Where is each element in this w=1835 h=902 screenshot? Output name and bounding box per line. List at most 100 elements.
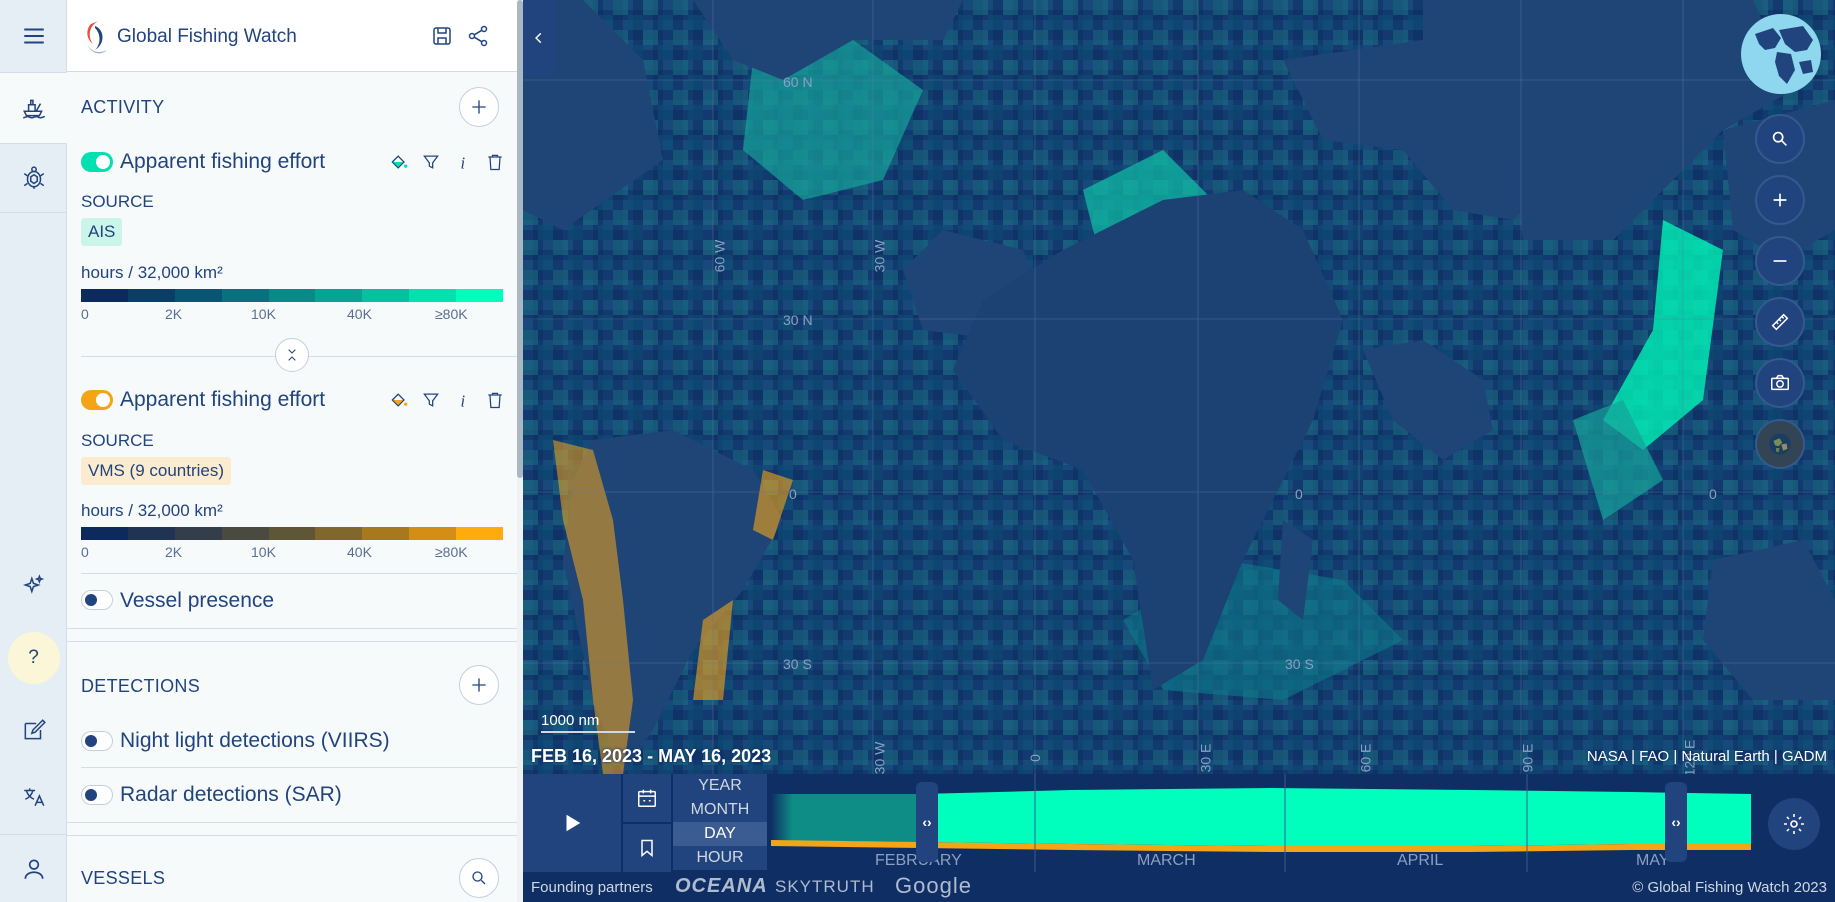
delete-icon[interactable] bbox=[485, 390, 505, 410]
layer-name-sar: Radar detections (SAR) bbox=[120, 783, 342, 806]
layer-toggle-viirs[interactable] bbox=[81, 731, 113, 751]
paint-bucket-icon[interactable] bbox=[389, 390, 409, 410]
svg-text:i: i bbox=[461, 154, 466, 172]
interval-year[interactable]: YEAR bbox=[673, 774, 767, 798]
lat-label: 60 N bbox=[783, 74, 813, 90]
menu-icon bbox=[23, 28, 44, 44]
source-tag-vms: VMS (9 countries) bbox=[81, 457, 232, 485]
turtle-icon bbox=[23, 166, 44, 189]
collapse-sidebar-button[interactable] bbox=[523, 0, 555, 76]
detections-section-title: DETECTIONS bbox=[81, 676, 201, 696]
globe-icon bbox=[1755, 26, 1813, 84]
sidebar-header: Global Fishing Watch bbox=[67, 0, 517, 72]
minus-icon bbox=[1773, 260, 1787, 262]
lat-label: 30 N bbox=[783, 312, 813, 328]
interval-month[interactable]: MONTH bbox=[673, 798, 767, 822]
partners-label: Founding partners bbox=[531, 879, 653, 896]
source-tag-ais: AIS bbox=[81, 218, 123, 246]
rail-item-environment[interactable] bbox=[0, 144, 67, 212]
basemap-switch-button[interactable] bbox=[1755, 419, 1805, 469]
layer-actions-vms: i bbox=[389, 390, 505, 410]
map-search-button[interactable] bbox=[1755, 114, 1805, 164]
lat-label: 0 bbox=[789, 486, 797, 502]
month-label: MARCH bbox=[1137, 852, 1196, 869]
lat-label: 0 bbox=[1295, 486, 1303, 502]
info-icon[interactable]: i bbox=[453, 152, 473, 172]
minimap-globe[interactable] bbox=[1741, 14, 1821, 94]
menu-button[interactable] bbox=[0, 0, 67, 72]
play-button[interactable] bbox=[523, 774, 621, 872]
calendar-icon bbox=[638, 789, 656, 807]
svg-text:i: i bbox=[461, 392, 466, 410]
google-logo: Google bbox=[895, 873, 972, 898]
translate-icon bbox=[23, 788, 44, 806]
delete-icon[interactable] bbox=[485, 152, 505, 172]
feedback-button[interactable] bbox=[0, 705, 67, 755]
calendar-button[interactable] bbox=[623, 774, 671, 822]
map[interactable]: 60 N 30 N 0 30 S 0 30 S 0 60 W 30 W 30 W… bbox=[523, 0, 1835, 774]
plus-icon bbox=[472, 100, 486, 114]
layer-name-vms: Apparent fishing effort bbox=[120, 388, 326, 411]
info-icon[interactable]: i bbox=[453, 390, 473, 410]
gear-icon bbox=[1784, 814, 1804, 834]
left-rail: ? bbox=[0, 0, 67, 902]
user-icon bbox=[23, 859, 44, 879]
timerange-end-handle[interactable]: ‹› bbox=[1665, 782, 1687, 862]
filter-icon[interactable] bbox=[421, 390, 441, 410]
feedback-icon bbox=[24, 719, 46, 740]
ruler-button[interactable] bbox=[1755, 297, 1805, 347]
timebar-settings-button[interactable] bbox=[1768, 798, 1820, 850]
timerange-start-handle[interactable]: ‹› bbox=[916, 782, 938, 862]
footer: Founding partners OCEANA SKYTRUTH Google… bbox=[523, 872, 1835, 902]
collapse-layers-button[interactable] bbox=[275, 338, 309, 372]
app-title: Global Fishing Watch bbox=[117, 26, 297, 47]
share-icon[interactable] bbox=[466, 24, 490, 48]
layer-source-label: SOURCE bbox=[81, 192, 154, 211]
interval-hour[interactable]: HOUR bbox=[673, 846, 767, 870]
vessels-section-title: VESSELS bbox=[81, 868, 166, 888]
legend-unit-label: hours / 32,000 km² bbox=[81, 501, 223, 520]
layer-toggle-ais[interactable] bbox=[81, 152, 113, 172]
bookmark-button[interactable] bbox=[623, 824, 671, 872]
copyright: © Global Fishing Watch 2023 bbox=[1632, 879, 1827, 896]
add-activity-button[interactable] bbox=[459, 87, 499, 127]
help-button[interactable]: ? bbox=[0, 630, 67, 686]
filter-icon[interactable] bbox=[421, 152, 441, 172]
interval-day[interactable]: DAY bbox=[673, 822, 767, 846]
activity-section-title: ACTIVITY bbox=[81, 97, 165, 117]
date-range-label: FEB 16, 2023 - MAY 16, 2023 bbox=[531, 746, 772, 766]
legend-bar-vms bbox=[81, 527, 504, 540]
layer-toggle-vms[interactable] bbox=[81, 390, 113, 410]
lon-label: 30 W bbox=[871, 239, 888, 273]
skytruth-logo: SKYTRUTH bbox=[775, 877, 875, 896]
zoom-out-button[interactable] bbox=[1755, 236, 1805, 286]
lon-label: 90 E bbox=[1519, 743, 1536, 773]
lon-label: 60 W bbox=[711, 239, 728, 273]
layer-toggle-sar[interactable] bbox=[81, 785, 113, 805]
legend-unit-label: hours / 32,000 km² bbox=[81, 263, 223, 282]
lat-label: 30 S bbox=[1285, 656, 1314, 672]
plus-icon bbox=[1773, 193, 1787, 207]
lon-label: 60 E bbox=[1357, 743, 1374, 773]
save-icon[interactable] bbox=[430, 24, 454, 48]
oceana-logo: OCEANA bbox=[675, 875, 768, 897]
paint-bucket-icon[interactable] bbox=[389, 152, 409, 172]
month-label: APRIL bbox=[1397, 852, 1444, 869]
user-button[interactable] bbox=[0, 842, 67, 896]
sparkle-icon bbox=[22, 574, 44, 594]
layer-toggle-presence[interactable] bbox=[81, 590, 113, 610]
rail-item-activity[interactable] bbox=[0, 73, 67, 143]
lon-label: 0 bbox=[1026, 754, 1043, 762]
add-detections-button[interactable] bbox=[459, 665, 499, 705]
language-button[interactable] bbox=[0, 772, 67, 822]
rail-item-whats-new[interactable] bbox=[0, 560, 67, 610]
chevron-left-icon bbox=[535, 32, 542, 44]
lon-label: 30 W bbox=[871, 741, 888, 774]
screenshot-button[interactable] bbox=[1755, 358, 1805, 408]
search-vessels-button[interactable] bbox=[459, 858, 499, 898]
play-icon bbox=[566, 814, 581, 832]
layer-name-presence: Vessel presence bbox=[120, 589, 275, 612]
layer-actions-ais: i bbox=[389, 152, 505, 172]
zoom-in-button[interactable] bbox=[1755, 175, 1805, 225]
satellite-globe-icon bbox=[1769, 433, 1791, 455]
